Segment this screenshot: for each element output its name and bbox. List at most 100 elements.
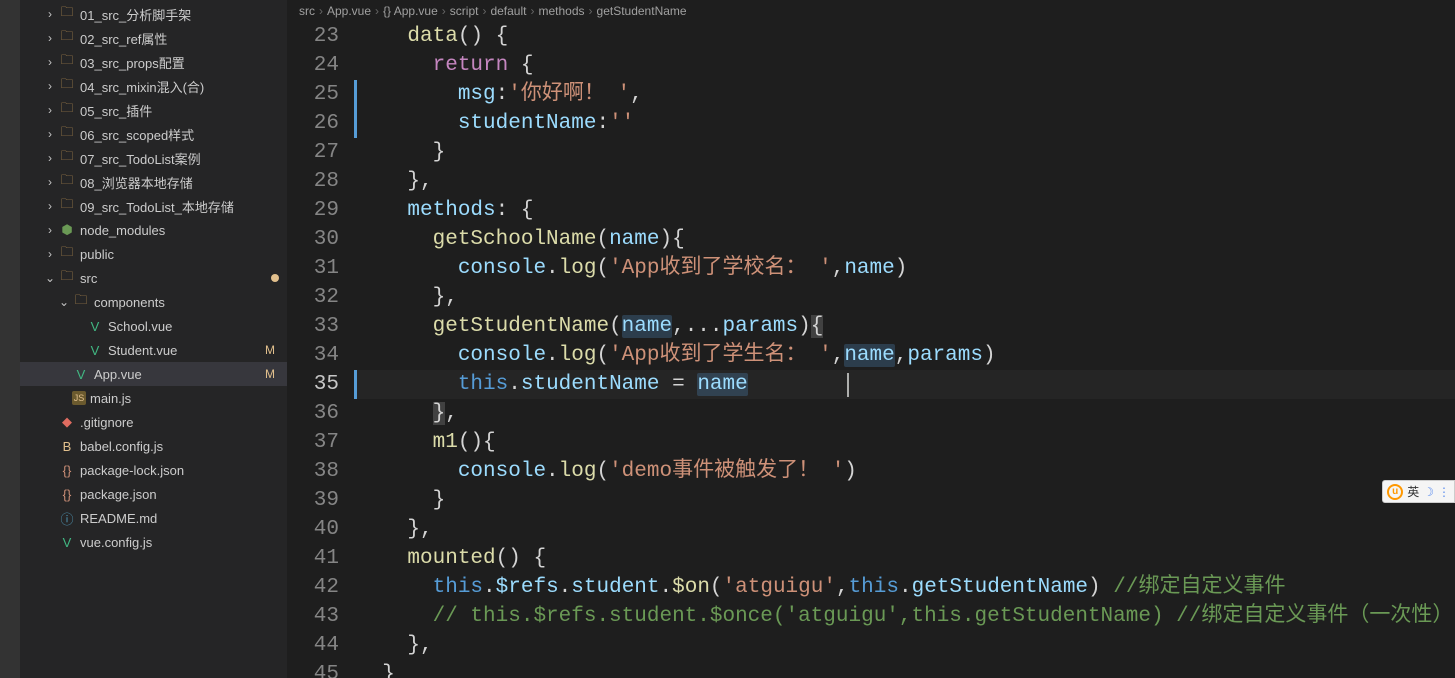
code-content[interactable]: data() { return { msg:'你好啊！ ', studentNa… — [357, 22, 1455, 678]
code-line[interactable]: getStudentName(name,...params){ — [357, 312, 1455, 341]
chevron-icon: › — [42, 127, 58, 141]
chevron-icon: › — [42, 7, 58, 21]
folder-icon: 🗀 — [58, 75, 76, 97]
tree-item[interactable]: VStudent.vueM — [20, 338, 287, 362]
tree-item-label: 09_src_TodoList_本地存储 — [80, 197, 234, 216]
folder-icon: 🗀 — [58, 27, 76, 49]
tree-item-label: components — [94, 295, 165, 310]
code-line[interactable]: }, — [357, 283, 1455, 312]
chevron-icon: › — [42, 55, 58, 69]
line-number: 42 — [287, 573, 339, 602]
tree-item[interactable]: JSmain.js — [20, 386, 287, 410]
breadcrumb-segment[interactable]: default — [490, 4, 526, 18]
breadcrumb-segment[interactable]: {} App.vue — [383, 4, 438, 18]
tree-item[interactable]: ⌄🗀components — [20, 290, 287, 314]
ime-indicator[interactable]: u 英 ☽ ⋮ — [1382, 480, 1455, 503]
tree-item[interactable]: ›⬢node_modules — [20, 218, 287, 242]
tree-item[interactable]: {}package-lock.json — [20, 458, 287, 482]
tree-item-label: vue.config.js — [80, 535, 152, 550]
modified-badge: M — [265, 343, 279, 357]
tree-item-label: public — [80, 247, 114, 262]
code-line[interactable]: msg:'你好啊！ ', — [357, 80, 1455, 109]
tree-item[interactable]: {}package.json — [20, 482, 287, 506]
line-number: 26 — [287, 109, 357, 138]
tree-item[interactable]: VApp.vueM — [20, 362, 287, 386]
file-explorer[interactable]: ›🗀01_src_分析脚手架›🗀02_src_ref属性›🗀03_src_pro… — [20, 0, 287, 678]
tree-item[interactable]: ›🗀08_浏览器本地存储 — [20, 170, 287, 194]
tree-item[interactable]: ›🗀04_src_mixin混入(合) — [20, 74, 287, 98]
tree-item[interactable]: ›🗀01_src_分析脚手架 — [20, 2, 287, 26]
line-number: 35 — [287, 370, 357, 399]
tree-item[interactable]: ›🗀09_src_TodoList_本地存储 — [20, 194, 287, 218]
vue-icon: V — [72, 367, 90, 382]
line-number: 33 — [287, 312, 339, 341]
code-line[interactable]: } — [357, 660, 1455, 678]
code-line[interactable]: }, — [357, 399, 1455, 428]
code-line[interactable]: }, — [357, 515, 1455, 544]
line-number: 30 — [287, 225, 339, 254]
line-number: 28 — [287, 167, 339, 196]
code-line[interactable]: data() { — [357, 22, 1455, 51]
code-line[interactable]: this.$refs.student.$on('atguigu',this.ge… — [357, 573, 1455, 602]
code-line[interactable]: studentName:'' — [357, 109, 1455, 138]
tree-item[interactable]: ◆.gitignore — [20, 410, 287, 434]
folder-icon: 🗀 — [58, 147, 76, 169]
chevron-right-icon: › — [589, 4, 593, 18]
breadcrumb-segment[interactable]: getStudentName — [597, 4, 687, 18]
code-line[interactable]: methods: { — [357, 196, 1455, 225]
tree-item[interactable]: ›🗀02_src_ref属性 — [20, 26, 287, 50]
code-line[interactable]: this.studentName = name — [357, 370, 1455, 399]
tree-item[interactable]: Vvue.config.js — [20, 530, 287, 554]
tree-item[interactable]: ›🗀03_src_props配置 — [20, 50, 287, 74]
code-line[interactable]: m1(){ — [357, 428, 1455, 457]
tree-item-label: src — [80, 271, 97, 286]
editor-area: src›App.vue›{} App.vue›script›default›me… — [287, 0, 1455, 678]
line-number: 32 — [287, 283, 339, 312]
code-line[interactable]: return { — [357, 51, 1455, 80]
code-line[interactable]: } — [357, 138, 1455, 167]
code-line[interactable]: console.log('App收到了学校名： ',name) — [357, 254, 1455, 283]
tree-item[interactable]: Bbabel.config.js — [20, 434, 287, 458]
chevron-right-icon: › — [319, 4, 323, 18]
tree-item[interactable]: ›🗀05_src_插件 — [20, 98, 287, 122]
breadcrumb[interactable]: src›App.vue›{} App.vue›script›default›me… — [287, 0, 1455, 22]
code-line[interactable]: console.log('demo事件被触发了！ ') — [357, 457, 1455, 486]
chevron-icon: ⌄ — [42, 271, 58, 285]
line-number: 34 — [287, 341, 339, 370]
modified-badge: M — [265, 367, 279, 381]
tree-item[interactable]: ⌄🗀src — [20, 266, 287, 290]
breadcrumb-segment[interactable]: methods — [538, 4, 584, 18]
breadcrumb-segment[interactable]: App.vue — [327, 4, 371, 18]
tree-item[interactable]: ⓘREADME.md — [20, 506, 287, 530]
code-line[interactable]: } — [357, 486, 1455, 515]
activity-bar[interactable] — [0, 0, 20, 678]
chevron-icon: › — [42, 199, 58, 213]
code-line[interactable]: // this.$refs.student.$once('atguigu',th… — [357, 602, 1455, 631]
tree-item[interactable]: ›🗀public — [20, 242, 287, 266]
folder-icon: 🗀 — [58, 171, 76, 193]
folder-icon: 🗀 — [58, 3, 76, 25]
line-number: 24 — [287, 51, 339, 80]
tree-item[interactable]: ›🗀07_src_TodoList案例 — [20, 146, 287, 170]
tree-item-label: Student.vue — [108, 343, 177, 358]
line-number: 29 — [287, 196, 339, 225]
tree-item[interactable]: VSchool.vue — [20, 314, 287, 338]
code-line[interactable]: }, — [357, 631, 1455, 660]
code-editor[interactable]: 2324252627282930313233343536373839404142… — [287, 22, 1455, 678]
code-line[interactable]: mounted() { — [357, 544, 1455, 573]
line-number: 43 — [287, 602, 339, 631]
json-icon: {} — [58, 487, 76, 502]
babel-icon: B — [58, 439, 76, 454]
breadcrumb-segment[interactable]: script — [450, 4, 479, 18]
breadcrumb-segment[interactable]: src — [299, 4, 315, 18]
ime-extra-icon: ⋮ — [1438, 485, 1450, 499]
tree-item-label: 05_src_插件 — [80, 101, 152, 120]
folder-icon: 🗀 — [58, 243, 76, 265]
code-line[interactable]: getSchoolName(name){ — [357, 225, 1455, 254]
tree-item[interactable]: ›🗀06_src_scoped样式 — [20, 122, 287, 146]
chevron-icon: › — [42, 151, 58, 165]
code-line[interactable]: }, — [357, 167, 1455, 196]
line-number: 41 — [287, 544, 339, 573]
code-line[interactable]: console.log('App收到了学生名： ',name,params) — [357, 341, 1455, 370]
chevron-right-icon: › — [482, 4, 486, 18]
